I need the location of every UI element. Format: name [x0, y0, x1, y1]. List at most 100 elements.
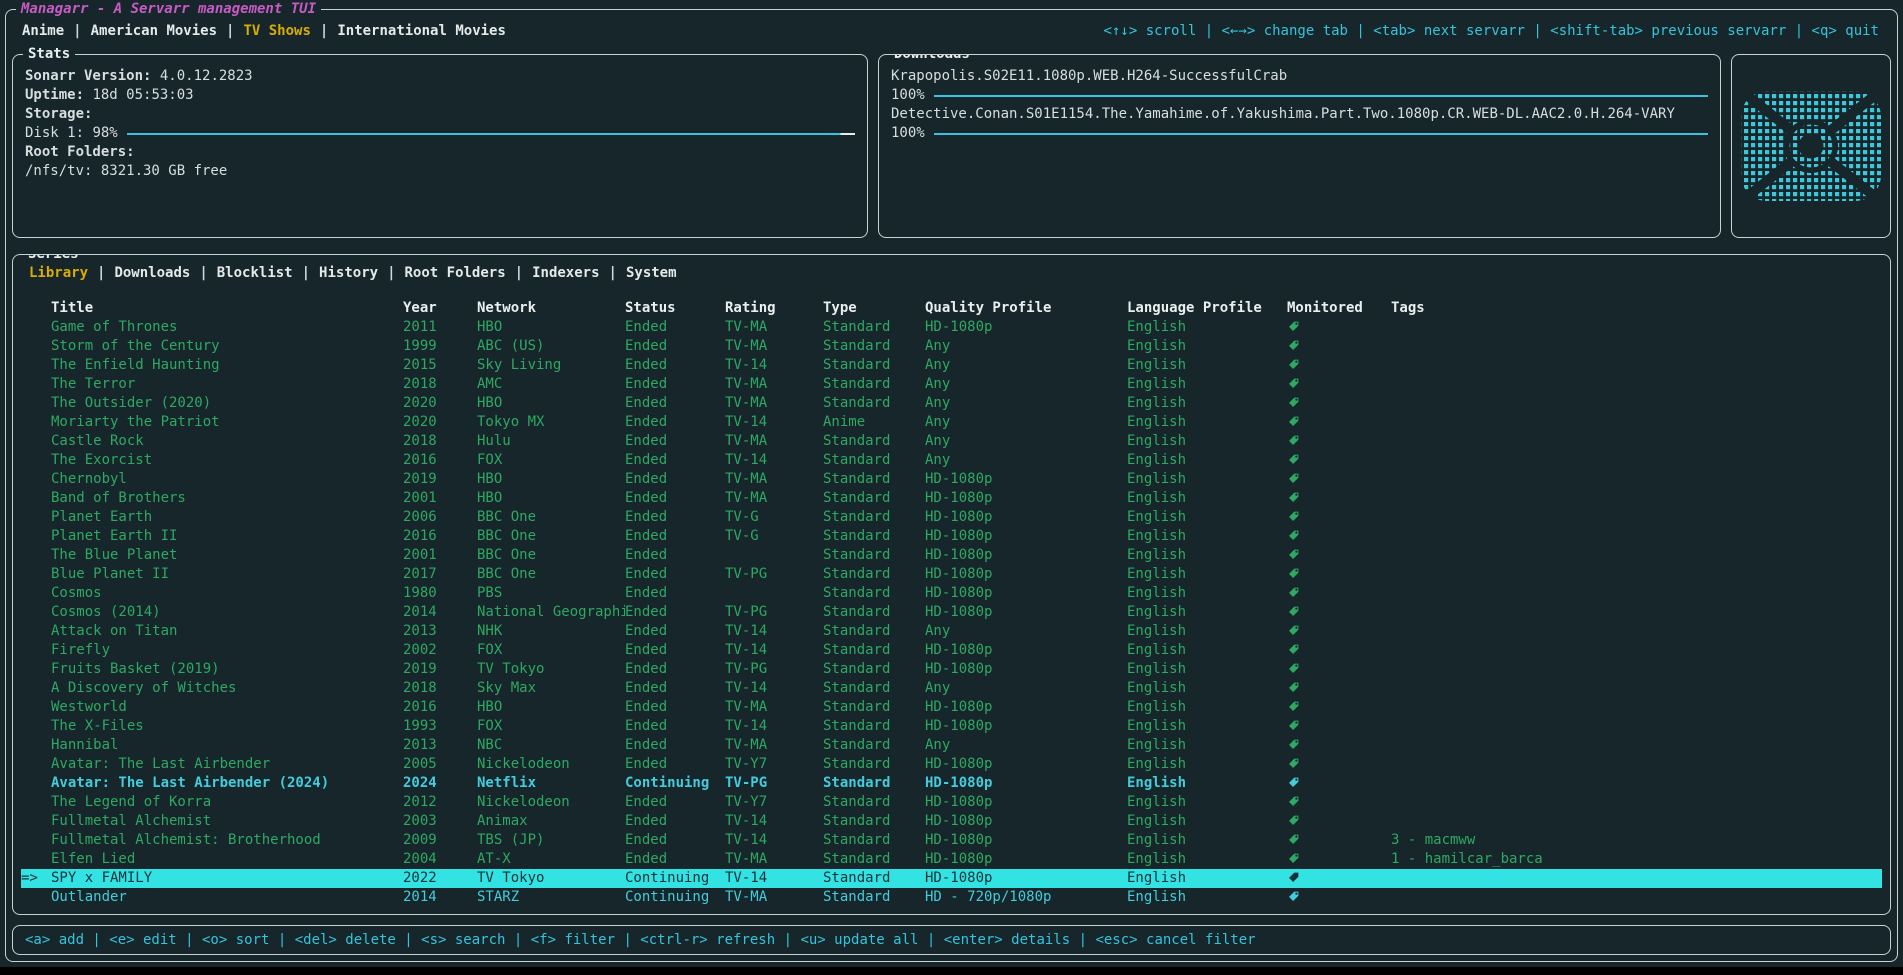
cell-type: Standard: [823, 432, 925, 451]
cell-rating: TV-PG: [725, 603, 823, 622]
series-row-the-terror[interactable]: The Terror2018AMCEndedTV-MAStandardAnyEn…: [21, 375, 1882, 394]
series-table-header: TitleYearNetworkStatusRatingTypeQuality …: [21, 299, 1882, 318]
series-row-the-enfield-haunting[interactable]: The Enfield Haunting2015Sky LivingEndedT…: [21, 356, 1882, 375]
cell-type: Standard: [823, 869, 925, 888]
cell-quality-profile: Any: [925, 451, 1127, 470]
series-tab-root-folders[interactable]: Root Folders: [405, 265, 506, 281]
cell-language-profile: English: [1127, 413, 1287, 432]
column-header-year: Year: [403, 299, 477, 318]
series-row-elfen-lied[interactable]: Elfen Lied2004AT-XEndedTV-MAStandardHD-1…: [21, 850, 1882, 869]
tag-icon: [1287, 757, 1300, 770]
series-row-planet-earth-ii[interactable]: Planet Earth II2016BBC OneEndedTV-GStand…: [21, 527, 1882, 546]
cell-year: 2018: [403, 679, 477, 698]
cell-year: 2009: [403, 831, 477, 850]
series-tab-system[interactable]: System: [626, 265, 677, 281]
storage-label: Storage:: [25, 105, 855, 124]
tab-tv-shows[interactable]: TV Shows: [243, 23, 310, 39]
cell-quality-profile: HD-1080p: [925, 812, 1127, 831]
series-row-cosmos[interactable]: Cosmos1980PBSEndedStandardHD-1080pEnglis…: [21, 584, 1882, 603]
cell-language-profile: English: [1127, 622, 1287, 641]
cell-status: Ended: [625, 793, 725, 812]
cell-quality-profile: Any: [925, 394, 1127, 413]
cell-quality-profile: HD-1080p: [925, 774, 1127, 793]
series-row-fullmetal-alchemist[interactable]: Fullmetal Alchemist2003AnimaxEndedTV-14S…: [21, 812, 1882, 831]
tag-icon: [1287, 795, 1300, 808]
cell-monitored: [1287, 755, 1391, 774]
cell-monitored: [1287, 375, 1391, 394]
series-tab-indexers[interactable]: Indexers: [532, 265, 599, 281]
tag-icon: [1287, 700, 1300, 713]
cell-quality-profile: Any: [925, 622, 1127, 641]
tag-icon: [1287, 738, 1300, 751]
series-row-avatar-the-last-airbender-2024[interactable]: Avatar: The Last Airbender (2024)2024Net…: [21, 774, 1882, 793]
series-row-game-of-thrones[interactable]: Game of Thrones2011HBOEndedTV-MAStandard…: [21, 318, 1882, 337]
cell-quality-profile: HD-1080p: [925, 831, 1127, 850]
cell-network: TBS (JP): [477, 831, 625, 850]
app-title: Managarr - A Servarr management TUI: [16, 0, 321, 19]
tab-anime[interactable]: Anime: [22, 23, 64, 39]
series-tab-library[interactable]: Library: [29, 265, 88, 281]
cell-network: HBO: [477, 698, 625, 717]
cell-monitored: [1287, 451, 1391, 470]
series-row-the-outsider-2020[interactable]: The Outsider (2020)2020HBOEndedTV-MAStan…: [21, 394, 1882, 413]
cell-type: Standard: [823, 508, 925, 527]
cell-network: TV Tokyo: [477, 660, 625, 679]
cell-year: 2018: [403, 432, 477, 451]
cell-language-profile: English: [1127, 527, 1287, 546]
cell-rating: TV-MA: [725, 850, 823, 869]
column-header-tags: Tags: [1391, 299, 1882, 318]
cell-language-profile: English: [1127, 451, 1287, 470]
series-row-storm-of-the-century[interactable]: Storm of the Century1999ABC (US)EndedTV-…: [21, 337, 1882, 356]
download-item-name: Detective.Conan.S01E1154.The.Yamahime.of…: [891, 105, 1708, 124]
series-row-the-blue-planet[interactable]: The Blue Planet2001BBC OneEndedStandardH…: [21, 546, 1882, 565]
tab-american-movies[interactable]: American Movies: [91, 23, 217, 39]
cell-network: Animax: [477, 812, 625, 831]
series-row-chernobyl[interactable]: Chernobyl2019HBOEndedTV-MAStandardHD-108…: [21, 470, 1882, 489]
cell-language-profile: English: [1127, 850, 1287, 869]
cell-language-profile: English: [1127, 717, 1287, 736]
cell-rating: TV-MA: [725, 318, 823, 337]
cell-title: Storm of the Century: [51, 337, 403, 356]
series-row-the-legend-of-korra[interactable]: The Legend of Korra2012NickelodeonEndedT…: [21, 793, 1882, 812]
cell-year: 2016: [403, 527, 477, 546]
series-tab-downloads[interactable]: Downloads: [114, 265, 190, 281]
cell-type: Standard: [823, 356, 925, 375]
cell-type: Standard: [823, 660, 925, 679]
series-tab-blocklist[interactable]: Blocklist: [217, 265, 293, 281]
series-row-fullmetal-alchemist-brotherhood[interactable]: Fullmetal Alchemist: Brotherhood2009TBS …: [21, 831, 1882, 850]
cell-rating: TV-14: [725, 812, 823, 831]
cell-year: 2004: [403, 850, 477, 869]
series-row-band-of-brothers[interactable]: Band of Brothers2001HBOEndedTV-MAStandar…: [21, 489, 1882, 508]
cell-title: Castle Rock: [51, 432, 403, 451]
series-row-castle-rock[interactable]: Castle Rock2018HuluEndedTV-MAStandardAny…: [21, 432, 1882, 451]
cell-monitored: [1287, 489, 1391, 508]
series-row-cosmos-2014[interactable]: Cosmos (2014)2014National GeographicEnde…: [21, 603, 1882, 622]
logo-panel: [1731, 54, 1891, 238]
cell-language-profile: English: [1127, 679, 1287, 698]
series-row-moriarty-the-patriot[interactable]: Moriarty the Patriot2020Tokyo MXEndedTV-…: [21, 413, 1882, 432]
cell-year: 2019: [403, 470, 477, 489]
series-row-a-discovery-of-witches[interactable]: A Discovery of Witches2018Sky MaxEndedTV…: [21, 679, 1882, 698]
series-row-blue-planet-ii[interactable]: Blue Planet II2017BBC OneEndedTV-PGStand…: [21, 565, 1882, 584]
series-row-the-x-files[interactable]: The X-Files1993FOXEndedTV-14StandardHD-1…: [21, 717, 1882, 736]
cell-status: Ended: [625, 812, 725, 831]
series-row-avatar-the-last-airbender[interactable]: Avatar: The Last Airbender2005Nickelodeo…: [21, 755, 1882, 774]
cell-status: Ended: [625, 622, 725, 641]
downloads-panel-title: Downloads: [889, 54, 975, 64]
series-row-firefly[interactable]: Firefly2002FOXEndedTV-14StandardHD-1080p…: [21, 641, 1882, 660]
column-header-title: Title: [51, 299, 403, 318]
cell-year: 2005: [403, 755, 477, 774]
series-row-hannibal[interactable]: Hannibal2013NBCEndedTV-MAStandardAnyEngl…: [21, 736, 1882, 755]
series-row-the-exorcist[interactable]: The Exorcist2016FOXEndedTV-14StandardAny…: [21, 451, 1882, 470]
cell-title: Elfen Lied: [51, 850, 403, 869]
series-row-spy-x-family[interactable]: =>SPY x FAMILY2022TV TokyoContinuingTV-1…: [21, 869, 1882, 888]
series-row-fruits-basket-2019[interactable]: Fruits Basket (2019)2019TV TokyoEndedTV-…: [21, 660, 1882, 679]
cell-type: Standard: [823, 337, 925, 356]
tab-international-movies[interactable]: International Movies: [337, 23, 506, 39]
series-row-planet-earth[interactable]: Planet Earth2006BBC OneEndedTV-GStandard…: [21, 508, 1882, 527]
series-row-outlander[interactable]: Outlander2014STARZContinuingTV-MAStandar…: [21, 888, 1882, 907]
series-row-attack-on-titan[interactable]: Attack on Titan2013NHKEndedTV-14Standard…: [21, 622, 1882, 641]
series-row-westworld[interactable]: Westworld2016HBOEndedTV-MAStandardHD-108…: [21, 698, 1882, 717]
cell-monitored: [1287, 584, 1391, 603]
series-tab-history[interactable]: History: [319, 265, 378, 281]
